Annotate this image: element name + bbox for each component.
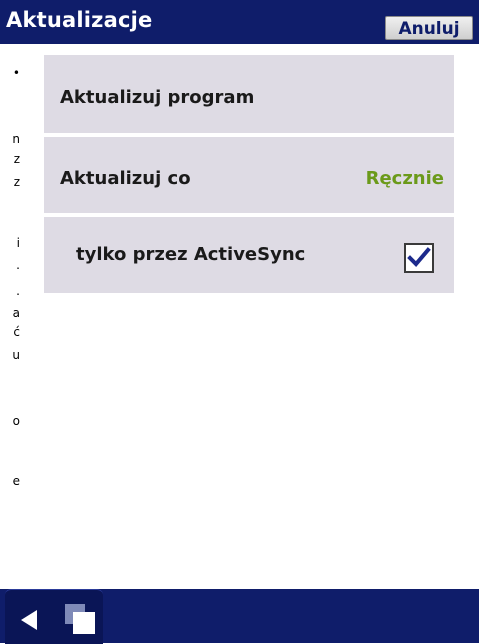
bottom-tab [5, 589, 103, 644]
background-text-fragment: o [12, 414, 20, 428]
activesync-only-checkbox[interactable] [404, 243, 434, 273]
windows-icon[interactable] [63, 602, 97, 636]
checkmark-icon [407, 247, 431, 267]
background-text-fragment: ć [13, 325, 20, 339]
settings-list: Aktualizuj program Aktualizuj co Ręcznie… [44, 55, 454, 297]
page-title: Aktualizacje [6, 8, 153, 32]
background-text-fragment: • [12, 66, 20, 80]
update-frequency-label: Aktualizuj co [60, 168, 191, 189]
background-text: • n z z i . . a ć u o e [0, 44, 22, 589]
background-text-fragment: . [16, 258, 20, 272]
title-bar: Aktualizacje Anuluj [0, 0, 479, 44]
background-text-fragment: u [12, 348, 20, 362]
back-icon[interactable] [17, 608, 47, 632]
activesync-only-item[interactable]: tylko przez ActiveSync [44, 217, 454, 293]
background-text-fragment: . [16, 284, 20, 298]
update-frequency-value: Ręcznie [365, 168, 444, 189]
background-text-fragment: n [12, 132, 20, 146]
update-program-item[interactable]: Aktualizuj program [44, 55, 454, 133]
activesync-only-label: tylko przez ActiveSync [76, 244, 306, 265]
cancel-button[interactable]: Anuluj [385, 16, 473, 40]
background-text-fragment: z [13, 175, 20, 189]
background-text-fragment: z [13, 152, 20, 166]
update-program-label: Aktualizuj program [60, 87, 255, 108]
background-text-fragment: e [12, 474, 20, 488]
update-frequency-item[interactable]: Aktualizuj co Ręcznie [44, 137, 454, 213]
background-text-fragment: i [16, 236, 20, 250]
background-text-fragment: a [12, 306, 20, 320]
